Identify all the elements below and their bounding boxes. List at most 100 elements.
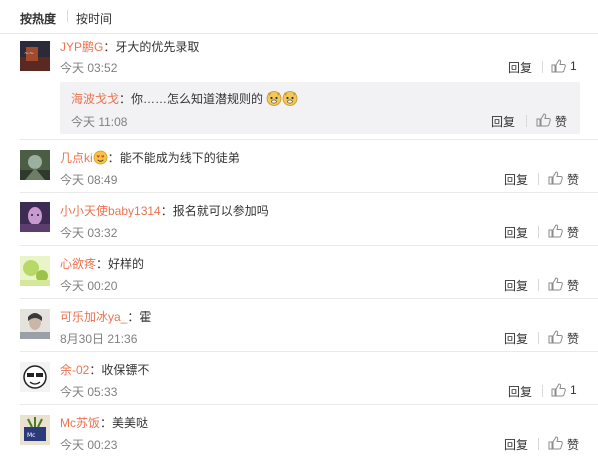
avatar-image: ~~	[20, 41, 50, 71]
comment-body: 心欲疼：好样的	[60, 255, 144, 272]
colon: ：	[127, 310, 140, 324]
avatar[interactable]	[20, 202, 50, 232]
like-label[interactable]: 赞	[567, 171, 579, 188]
sub-reply: 海波戈戈：你……怎么知道潜规则的 今天 11:08 回复 赞	[60, 82, 580, 134]
reply-button[interactable]: 回复	[504, 330, 528, 347]
reply-button[interactable]: 回复	[504, 224, 528, 241]
colon: ：	[119, 92, 132, 106]
avatar-image: Mc	[20, 415, 50, 445]
thumb-up-icon[interactable]	[551, 59, 566, 73]
avatar[interactable]	[20, 256, 50, 286]
reply-button[interactable]: 回复	[504, 436, 528, 453]
comment-text: 报名就可以参加吗	[172, 204, 269, 218]
thumb-up-icon[interactable]	[548, 171, 563, 185]
colon: ：	[103, 40, 116, 54]
sub-reply-time: 今天 11:08	[71, 115, 128, 129]
comment-text: 美美哒	[112, 416, 149, 430]
comment-username[interactable]: Mc苏饭	[60, 416, 100, 430]
love-eyes-emoji-icon	[93, 150, 108, 165]
comment-text: 收保镖不	[101, 363, 150, 377]
comment-username[interactable]: 心欲疼	[60, 257, 96, 271]
avatar-image	[20, 256, 50, 286]
colon: ：	[89, 363, 102, 377]
comment-body: Mc苏饭：美美哒	[60, 414, 148, 431]
comment-time: 8月30日 21:36	[60, 332, 138, 346]
comment-item: ~~ JYP鹏G：牙大的优先录取 今天 03:52 回复 1 海波戈戈：你……怎…	[0, 34, 598, 140]
comment-username[interactable]: 几点ki	[60, 151, 93, 165]
comment-time: 今天 00:20	[60, 279, 118, 293]
doge-emoji-icon	[282, 91, 298, 106]
reply-button[interactable]: 回复	[504, 277, 528, 294]
svg-text:~~: ~~	[24, 50, 34, 57]
avatar[interactable]: Mc	[20, 415, 50, 445]
comment-username[interactable]: JYP鹏G	[60, 40, 103, 54]
thumb-up-icon[interactable]	[548, 277, 563, 291]
comment-time: 今天 05:33	[60, 385, 118, 399]
reply-button[interactable]: 回复	[508, 383, 532, 400]
sub-reply-reply-button[interactable]: 回复	[491, 113, 515, 130]
reply-button[interactable]: 回复	[508, 59, 532, 76]
comment-body: 小小天使baby1314：报名就可以参加吗	[60, 202, 269, 219]
comment-item: 可乐加冰ya_：霍 8月30日 21:36 回复 赞	[0, 299, 598, 352]
comment-item: 几点ki ：能不能成为线下的徒弟 今天 08:49 回复 赞	[0, 140, 598, 193]
comment-username[interactable]: 小小天使baby1314	[60, 204, 161, 218]
comment-time: 今天 03:32	[60, 226, 118, 240]
avatar[interactable]	[20, 309, 50, 339]
reply-button[interactable]: 回复	[504, 171, 528, 188]
like-label[interactable]: 赞	[567, 224, 579, 241]
comment-text: 好样的	[108, 257, 145, 271]
comment-item: Mc Mc苏饭：美美哒 今天 00:23 回复 赞	[0, 405, 598, 460]
like-count[interactable]: 1	[570, 59, 577, 73]
comment-body: 余-02：收保镖不	[60, 361, 149, 378]
comment-body: 可乐加冰ya_：霍	[60, 308, 151, 325]
comment-item: 小小天使baby1314：报名就可以参加吗 今天 03:32 回复 赞	[0, 193, 598, 246]
sub-reply-username[interactable]: 海波戈戈	[71, 92, 119, 106]
action-divider	[542, 61, 543, 73]
sub-reply-text: 你……怎么知道潜规则的	[131, 92, 264, 106]
like-count[interactable]: 1	[570, 383, 577, 397]
colon: ：	[100, 416, 113, 430]
comment-body: 几点ki ：能不能成为线下的徒弟	[60, 149, 240, 166]
action-divider	[538, 226, 539, 238]
comment-item: 心欲疼：好样的 今天 00:20 回复 赞	[0, 246, 598, 299]
avatar-image	[20, 202, 50, 232]
avatar-image	[20, 309, 50, 339]
sort-divider	[67, 10, 68, 22]
colon: ：	[107, 151, 120, 165]
comment-time: 今天 00:23	[60, 438, 118, 452]
thumb-up-icon[interactable]	[548, 224, 563, 238]
action-divider	[538, 332, 539, 344]
thumb-up-icon[interactable]	[536, 113, 551, 127]
avatar-image	[20, 362, 50, 392]
action-divider	[526, 115, 527, 127]
sort-by-time-tab[interactable]: 按时间	[76, 10, 112, 27]
comment-time: 今天 08:49	[60, 173, 118, 187]
avatar-image	[20, 150, 50, 180]
svg-text:Mc: Mc	[27, 432, 35, 439]
comment-username[interactable]: 余-02	[60, 363, 89, 377]
thumb-up-icon[interactable]	[551, 383, 566, 397]
comment-text: 能不能成为线下的徒弟	[119, 151, 240, 165]
avatar[interactable]: ~~	[20, 41, 50, 71]
thumb-up-icon[interactable]	[548, 436, 563, 450]
avatar[interactable]	[20, 362, 50, 392]
colon: ：	[96, 257, 109, 271]
action-divider	[538, 438, 539, 450]
colon: ：	[160, 204, 173, 218]
avatar[interactable]	[20, 150, 50, 180]
comment-username[interactable]: 可乐加冰ya_	[60, 310, 127, 324]
sort-by-hot-tab[interactable]: 按热度	[20, 10, 56, 27]
like-label[interactable]: 赞	[567, 436, 579, 453]
action-divider	[538, 279, 539, 291]
comment-body: JYP鹏G：牙大的优先录取	[60, 38, 199, 55]
sort-bar: 按热度 按时间	[0, 0, 598, 34]
thumb-up-icon[interactable]	[548, 330, 563, 344]
like-label[interactable]: 赞	[567, 277, 579, 294]
sub-reply-like-label[interactable]: 赞	[555, 113, 567, 130]
comment-time: 今天 03:52	[60, 61, 118, 75]
comment-text: 牙大的优先录取	[115, 40, 200, 54]
action-divider	[538, 173, 539, 185]
like-label[interactable]: 赞	[567, 330, 579, 347]
action-divider	[542, 385, 543, 397]
comment-item: 余-02：收保镖不 今天 05:33 回复 1	[0, 352, 598, 405]
